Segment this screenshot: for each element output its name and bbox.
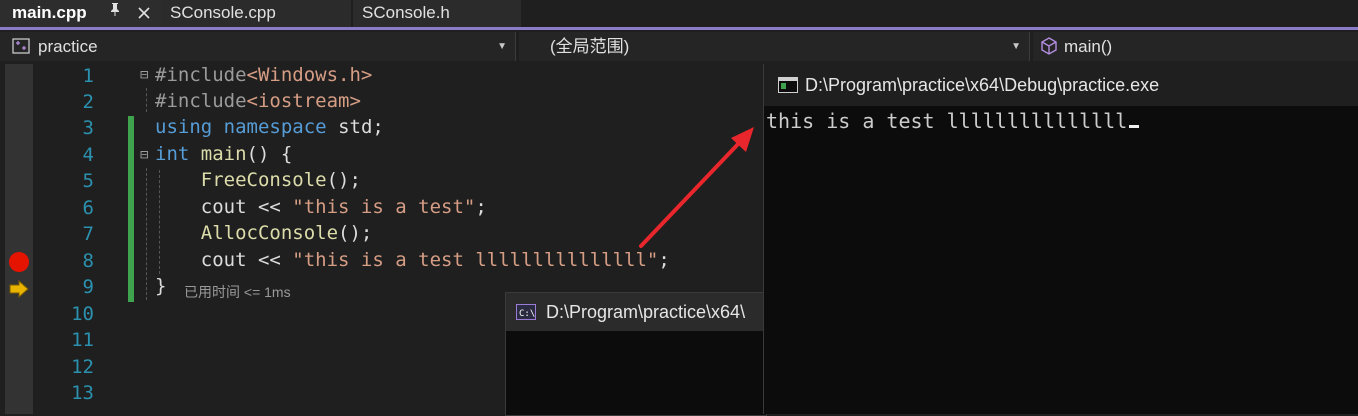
line-number: 2 (82, 91, 94, 113)
tab-main-cpp[interactable]: main.cpp (0, 0, 161, 27)
collapse-icon[interactable]: ⊟ (140, 67, 148, 83)
tab-label: SConsole.h (362, 3, 450, 22)
console-title: D:\Program\practice\x64\ (546, 302, 746, 322)
line-number: 13 (71, 382, 94, 404)
current-statement-arrow-icon (9, 280, 29, 298)
code-line[interactable]: AllocConsole(); (155, 222, 373, 244)
project-dropdown[interactable]: practice ▼ (0, 32, 516, 61)
scope-name: (全局范围) (550, 37, 630, 56)
text-cursor (1129, 125, 1140, 128)
code-line[interactable]: #include<iostream> (155, 90, 361, 112)
code-line[interactable]: cout << "this is a test"; (155, 196, 487, 218)
line-number: 6 (82, 197, 94, 219)
console-window-back[interactable]: C:\ D:\Program\practice\x64\ (505, 292, 767, 416)
code-line[interactable]: using namespace std; (155, 116, 384, 138)
change-tracking-bar (128, 116, 134, 302)
indicator-margin[interactable] (5, 64, 33, 414)
code-line[interactable]: #include<Windows.h> (155, 64, 372, 86)
console-app-icon: C:\ (516, 304, 536, 320)
pin-icon[interactable] (109, 0, 121, 26)
console-title: D:\Program\practice\x64\Debug\practice.e… (805, 75, 1160, 95)
console-app-icon (778, 77, 798, 93)
fold-guide (146, 168, 147, 300)
line-number: 3 (82, 117, 94, 139)
line-number: 4 (82, 144, 94, 166)
line-number: 8 (82, 250, 94, 272)
line-number: 7 (82, 223, 94, 245)
code-line[interactable]: } (155, 275, 166, 297)
tab-label: main.cpp (12, 3, 87, 22)
line-number: 12 (71, 356, 94, 378)
console-title-bar[interactable]: D:\Program\practice\x64\Debug\practice.e… (764, 64, 1358, 106)
svg-text:C:\: C:\ (519, 309, 535, 319)
breakpoint-icon[interactable] (9, 252, 29, 272)
line-number: 9 (82, 276, 94, 298)
tab-sconsole-cpp[interactable]: SConsole.cpp (161, 0, 351, 27)
scope-dropdown[interactable]: (全局范围) ▼ (519, 32, 1030, 61)
chevron-down-icon: ▼ (497, 41, 507, 52)
perf-tip: 已用时间 <= 1ms (184, 284, 291, 300)
navigation-bar: practice ▼ (全局范围) ▼ main() (0, 30, 1358, 63)
document-tab-bar: main.cpp SConsole.cpp SConsole.h (0, 0, 1358, 27)
tab-sconsole-h[interactable]: SConsole.h (353, 0, 521, 27)
collapse-icon[interactable]: ⊟ (140, 147, 148, 163)
method-cube-icon (1041, 37, 1057, 55)
fold-guide (146, 88, 147, 112)
chevron-down-icon: ▼ (1011, 41, 1021, 52)
line-number: 11 (71, 329, 94, 351)
project-icon (12, 38, 30, 54)
console-title-bar[interactable]: C:\ D:\Program\practice\x64\ (506, 293, 766, 331)
console-output: this is a test lllllllllllllll (766, 109, 1140, 133)
code-line[interactable]: FreeConsole(); (155, 169, 361, 191)
project-name: practice (38, 37, 98, 56)
close-icon[interactable] (137, 0, 151, 27)
line-number: 10 (71, 303, 94, 325)
code-line[interactable]: cout << "this is a test lllllllllllllll"… (155, 249, 670, 271)
tab-label: SConsole.cpp (170, 3, 276, 22)
member-name: main() (1064, 37, 1113, 56)
code-line[interactable]: int main() { (155, 143, 292, 165)
line-number: 1 (82, 65, 94, 87)
console-window-front[interactable]: D:\Program\practice\x64\Debug\practice.e… (763, 64, 1358, 414)
member-dropdown[interactable]: main() (1033, 32, 1358, 61)
line-number: 5 (82, 170, 94, 192)
